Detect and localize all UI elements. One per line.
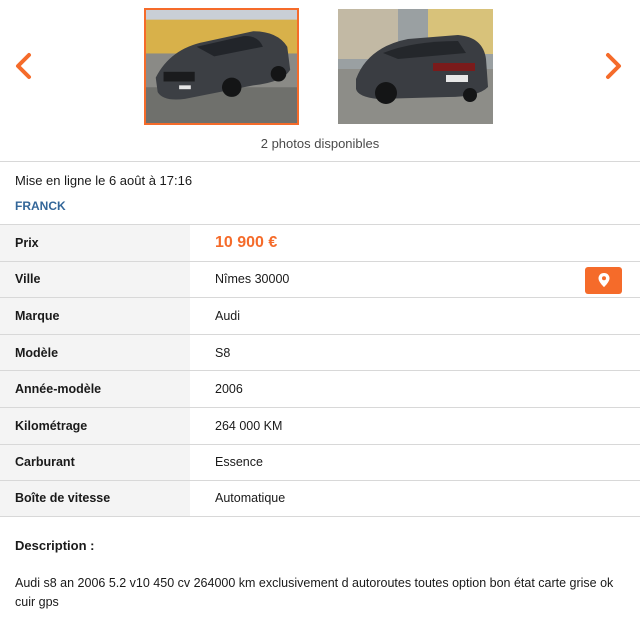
spec-label: Kilométrage bbox=[0, 407, 190, 444]
seller-name-link[interactable]: FRANCK bbox=[15, 199, 66, 213]
spec-label: Prix bbox=[0, 225, 190, 261]
brand-value: Audi bbox=[215, 308, 241, 323]
spec-row-price: Prix 10 900 € bbox=[0, 224, 640, 261]
show-map-button[interactable] bbox=[585, 266, 622, 294]
chevron-left-icon bbox=[16, 53, 31, 79]
spec-label: Boîte de vitesse bbox=[0, 481, 190, 516]
photo-count-label: 2 photos disponibles bbox=[260, 136, 380, 151]
spec-label: Carburant bbox=[0, 444, 190, 481]
location-pin-icon bbox=[598, 273, 609, 288]
divider bbox=[0, 161, 640, 162]
spec-label: Année-modèle bbox=[0, 371, 190, 407]
spec-label: Modèle bbox=[0, 334, 190, 371]
spec-row-model-year: Année-modèle 2006 bbox=[0, 370, 640, 407]
model-year-value: 2006 bbox=[215, 382, 243, 397]
spec-row-model: Modèle S8 bbox=[0, 333, 640, 371]
spec-row-city: Ville Nîmes 30000 bbox=[0, 260, 640, 298]
specs-table: Prix 10 900 € Ville Nîmes 30000 Marque A… bbox=[0, 224, 640, 517]
description-title: Description : bbox=[15, 538, 95, 553]
spec-row-gearbox: Boîte de vitesse Automatique bbox=[0, 480, 640, 517]
description-text: Audi s8 an 2006 5.2 v10 450 cv 264000 km… bbox=[15, 576, 614, 609]
price-value: 10 900 € bbox=[215, 233, 278, 251]
gearbox-value: Automatique bbox=[215, 491, 286, 506]
model-value: S8 bbox=[215, 345, 231, 360]
chevron-right-icon bbox=[606, 53, 621, 79]
spec-row-fuel: Carburant Essence bbox=[0, 443, 640, 481]
next-photo-button[interactable] bbox=[600, 51, 626, 81]
fuel-value: Essence bbox=[215, 455, 263, 470]
photo-thumbnail-1[interactable] bbox=[144, 8, 299, 125]
mileage-value: 264 000 KM bbox=[215, 418, 283, 433]
posted-date: Mise en ligne le 6 août à 17:16 bbox=[15, 173, 193, 188]
spec-label: Marque bbox=[0, 298, 190, 334]
photo-thumbnail-2[interactable] bbox=[338, 9, 493, 124]
spec-row-mileage: Kilométrage 264 000 KM bbox=[0, 406, 640, 444]
spec-row-brand: Marque Audi bbox=[0, 297, 640, 334]
spec-label: Ville bbox=[0, 261, 190, 298]
previous-photo-button[interactable] bbox=[11, 51, 37, 81]
photo-gallery: 2 photos disponibles bbox=[0, 0, 640, 160]
city-value: Nîmes 30000 bbox=[215, 272, 290, 287]
